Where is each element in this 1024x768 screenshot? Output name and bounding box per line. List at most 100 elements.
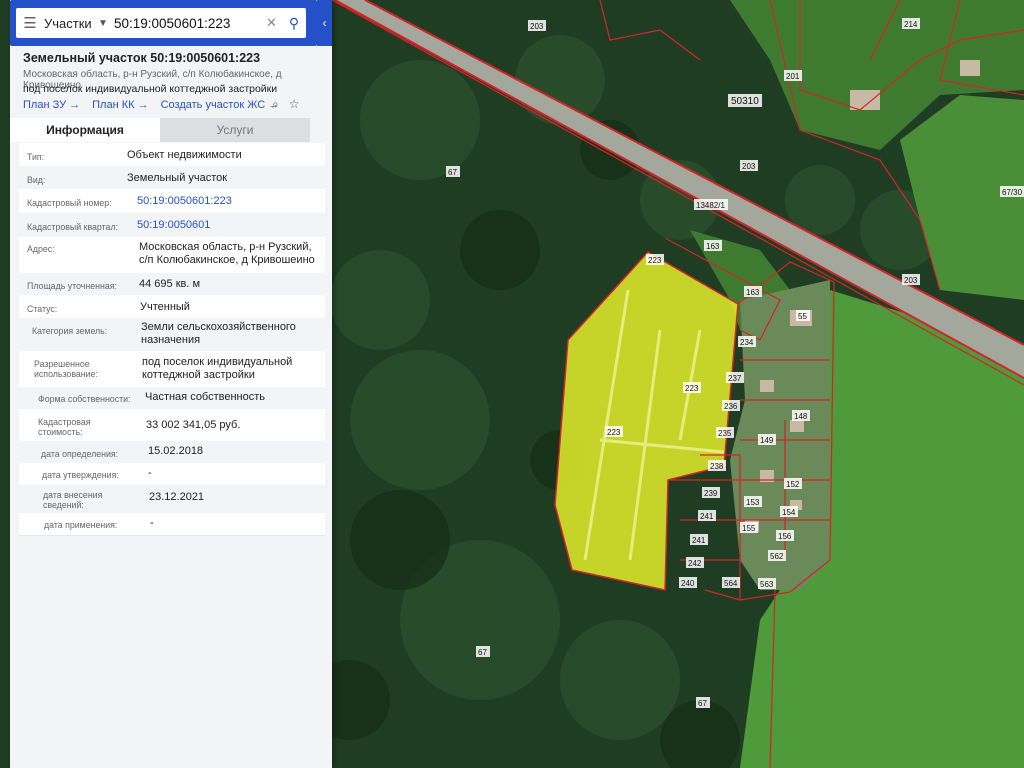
lot-label: 203 <box>904 276 918 285</box>
lot-label: 203 <box>530 22 544 31</box>
field-row: дата утверждения: - <box>19 463 325 486</box>
field-label: Кадастровый номер: <box>27 198 112 208</box>
lot-label: 203 <box>742 162 756 171</box>
lot-label: 236 <box>724 402 738 411</box>
clear-icon[interactable]: ✕ <box>266 15 282 31</box>
create-parcel-link[interactable]: Создать участок ЖС → <box>161 99 280 111</box>
field-value: 23.12.2021 <box>149 491 205 503</box>
search-box[interactable]: ☰ Участки ▼ 50:19:0050601:223 ✕ ⚲ <box>16 8 306 38</box>
field-label: Вид: <box>27 175 46 185</box>
field-row: Статус: Учтенный <box>19 295 325 319</box>
field-row: Кадастровая стоимость: 33 002 341,05 руб… <box>19 409 325 442</box>
cadastral-number-link[interactable]: 50:19:0050601:223 <box>137 195 333 208</box>
lot-label: 241 <box>700 512 714 521</box>
field-row: дата применения: - <box>19 513 325 536</box>
field-row: Кадастровый квартал: 50:19:0050601 <box>19 213 325 238</box>
road-label: 13482/1 <box>696 201 725 210</box>
parcel-label: 223 <box>607 428 621 437</box>
collapse-panel-button[interactable]: ‹ <box>317 0 332 46</box>
field-value: - <box>148 467 152 479</box>
lot-label: 163 <box>706 242 720 251</box>
field-value: Земельный участок <box>127 172 228 184</box>
lot-label: 67 <box>698 699 707 708</box>
tab-bar: Информация Услуги <box>10 118 310 142</box>
field-label: Разрешенное использование: <box>34 359 98 379</box>
lot-label: 242 <box>688 559 702 568</box>
search-icon[interactable]: ⚲ <box>282 15 306 32</box>
lot-label: 67 <box>478 648 487 657</box>
parcel-label-top: 223 <box>648 256 662 265</box>
zoom-to-icon[interactable]: ⌕ <box>272 97 279 112</box>
field-value: 15.02.2018 <box>148 445 204 457</box>
lot-label: 201 <box>786 72 800 81</box>
field-value: - <box>150 517 154 529</box>
lot-label: 149 <box>760 436 774 445</box>
field-value: Частная собственность <box>145 391 266 403</box>
cadastral-quarter-link[interactable]: 50:19:0050601 <box>137 219 333 232</box>
field-label: Адрес: <box>27 244 55 254</box>
parcel-purpose: под поселок индивидуальной коттеджной за… <box>23 83 278 95</box>
field-value: Московская область, р-н Рузский, с/п Кол… <box>139 241 315 266</box>
chevron-down-icon[interactable]: ▼ <box>98 18 114 29</box>
plan-zu-link[interactable]: План ЗУ → <box>23 99 80 111</box>
lot-label: 237 <box>728 374 742 383</box>
star-icon[interactable]: ☆ <box>289 97 300 112</box>
field-label: Кадастровая стоимость: <box>38 417 91 437</box>
field-row: Категория земель: Земли сельскохозяйстве… <box>19 318 325 352</box>
lot-label: 67 <box>448 168 457 177</box>
tab-services[interactable]: Услуги <box>160 118 310 142</box>
field-row: Форма собственности: Частная собственнос… <box>19 387 325 410</box>
card-tools: ⌕ ☆ <box>272 97 300 112</box>
field-label: Форма собственности: <box>38 394 131 404</box>
lot-label: 238 <box>710 462 724 471</box>
search-bar: ☰ Участки ▼ 50:19:0050601:223 ✕ ⚲ <box>10 0 317 46</box>
field-label: Категория земель: <box>32 326 108 336</box>
field-row: Тип: Объект недвижимости <box>19 143 325 167</box>
lot-label: 235 <box>718 429 732 438</box>
field-value: Учтенный <box>140 301 190 313</box>
lot-label: 156 <box>778 532 792 541</box>
field-row: дата внесения сведений: 23.12.2021 <box>19 485 325 514</box>
field-label: Статус: <box>27 304 58 314</box>
lot-label: 239 <box>704 489 718 498</box>
tab-information[interactable]: Информация <box>10 118 160 142</box>
field-row: дата определения: 15.02.2018 <box>19 441 325 464</box>
lot-label: 55 <box>798 312 807 321</box>
field-value: Земли сельскохозяйственного назначения <box>141 321 296 346</box>
lot-label: 240 <box>681 579 695 588</box>
field-value: Объект недвижимости <box>127 149 242 161</box>
field-row: Кадастровый номер: 50:19:0050601:223 <box>19 189 325 214</box>
action-links: План ЗУ → План КК → Создать участок ЖС → <box>23 99 279 111</box>
field-value: 33 002 341,05 руб. <box>146 419 241 431</box>
field-row: Площадь уточненная: 44 695 кв. м <box>19 273 325 296</box>
field-label: дата утверждения: <box>42 470 119 480</box>
lot-label: 214 <box>904 20 918 29</box>
field-label: дата внесения сведений: <box>43 490 103 510</box>
field-row: Адрес: Московская область, р-н Рузский, … <box>19 237 325 274</box>
parcel-label-inner: 223 <box>685 384 699 393</box>
lot-label: 155 <box>742 524 756 533</box>
field-row: Разрешенное использование: под поселок и… <box>19 351 325 388</box>
field-value: под поселок индивидуальной коттеджной за… <box>142 356 293 381</box>
search-input[interactable]: 50:19:0050601:223 <box>114 16 266 31</box>
menu-icon[interactable]: ☰ <box>16 14 44 32</box>
field-label: дата применения: <box>44 520 118 530</box>
field-label: Тип: <box>27 152 45 162</box>
quarter-label: 50310 <box>731 96 759 107</box>
lot-label: 234 <box>740 338 754 347</box>
field-label: Кадастровый квартал: <box>27 222 119 232</box>
lot-label: 67/30 <box>1002 188 1023 197</box>
lot-label: 562 <box>770 552 784 561</box>
field-label: дата определения: <box>41 449 119 459</box>
lot-label: 153 <box>746 498 760 507</box>
lot-label: 564 <box>724 579 738 588</box>
info-panel: ☰ Участки ▼ 50:19:0050601:223 ✕ ⚲ ‹ Земе… <box>10 0 332 768</box>
lot-label: 241 <box>692 536 706 545</box>
search-category[interactable]: Участки <box>44 16 98 31</box>
lot-label: 163 <box>746 288 760 297</box>
field-label: Площадь уточненная: <box>27 281 117 291</box>
plan-kk-link[interactable]: План КК → <box>92 99 148 111</box>
lot-label: 148 <box>794 412 808 421</box>
field-value: 44 695 кв. м <box>139 278 201 290</box>
lot-label: 563 <box>760 580 774 589</box>
